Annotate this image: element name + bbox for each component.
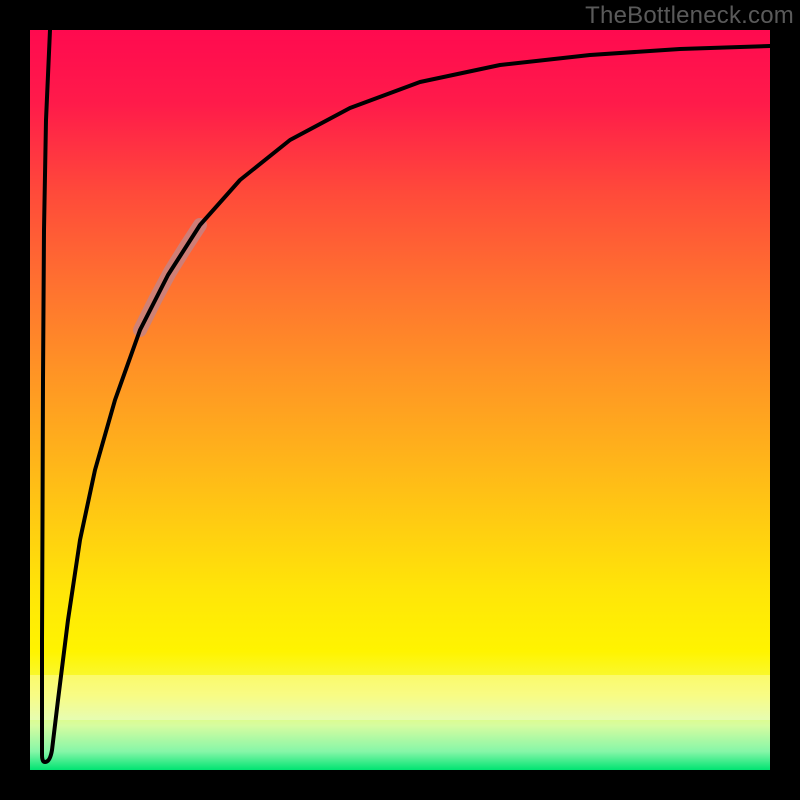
chart-stage: TheBottleneck.com [0, 0, 800, 800]
pale-overlay-band [30, 675, 770, 720]
chart-svg [0, 0, 800, 800]
plot-area [30, 30, 770, 770]
